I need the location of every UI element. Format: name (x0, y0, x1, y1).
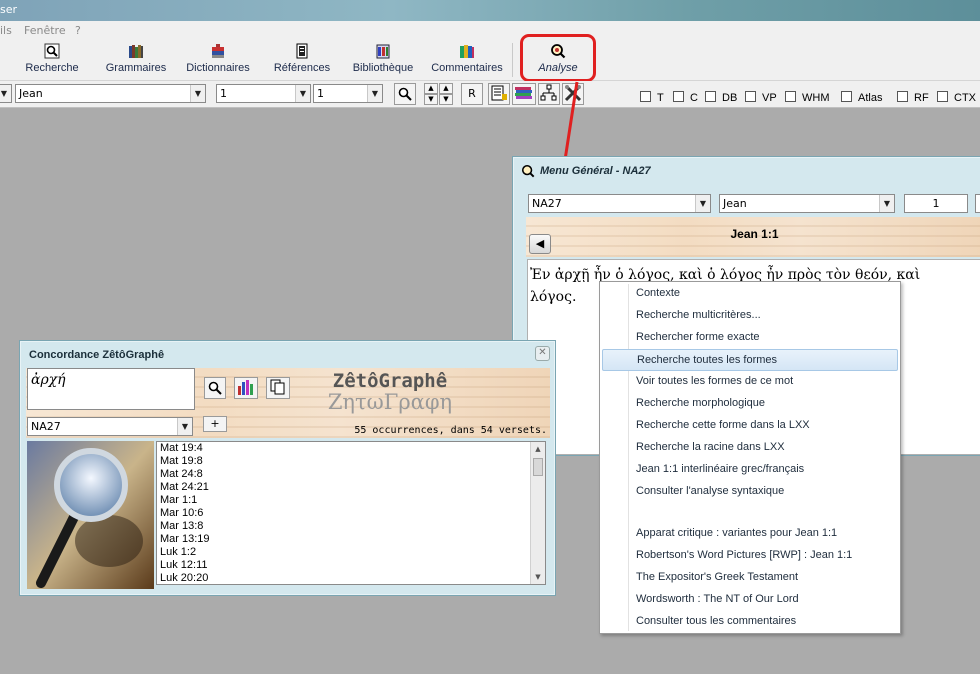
query-input[interactable]: ἀρχή (27, 368, 195, 410)
bar-chart-icon (238, 380, 253, 395)
copy-icon (270, 379, 285, 395)
ctx-separator (602, 503, 898, 525)
ctx-recherche-multicriteres[interactable]: Recherche multicritères... (602, 305, 898, 327)
close-button[interactable]: ✕ (535, 346, 550, 361)
close-icon: ✕ (538, 347, 547, 358)
scroll-thumb[interactable] (533, 458, 543, 476)
parchment-header: Jean 1:1 ◀ (526, 217, 980, 257)
version-select[interactable]: NA27 ▼ (27, 417, 193, 436)
context-menu: Contexte Recherche multicritères... Rech… (599, 281, 901, 634)
ctx-robertson-rwp[interactable]: Robertson's Word Pictures [RWP] : Jean 1… (602, 545, 898, 567)
chevron-down-icon: ▼ (879, 195, 894, 212)
arrow-left-icon: ◀ (535, 237, 545, 250)
ctx-recherche-forme-lxx[interactable]: Recherche cette forme dans la LXX (602, 415, 898, 437)
chevron-up-icon[interactable]: ▲ (531, 442, 545, 456)
menu-general-title: Menu Général - NA27 (540, 165, 651, 177)
ctx-expositors-greek[interactable]: The Expositor's Greek Testament (602, 567, 898, 589)
chevron-down-icon: ▼ (177, 418, 192, 435)
list-item[interactable]: Mar 13:19 (157, 533, 545, 546)
ctx-recherche-toutes-formes[interactable]: Recherche toutes les formes (602, 349, 898, 371)
ctx-wordsworth[interactable]: Wordsworth : The NT of Our Lord (602, 589, 898, 611)
copy-button[interactable] (266, 377, 290, 399)
list-item[interactable]: Mar 13:8 (157, 520, 545, 533)
list-item[interactable]: Mar 1:1 (157, 494, 545, 507)
results-list[interactable]: Mat 19:4 Mat 19:8 Mat 24:8 Mat 24:21 Mar… (156, 441, 546, 585)
statistics-button[interactable] (234, 377, 258, 399)
list-item[interactable]: Luk 20:20 (157, 572, 545, 584)
version-select[interactable]: NA27 ▼ (528, 194, 711, 213)
previous-verse-button[interactable]: ◀ (529, 234, 551, 254)
ctx-interlineaire[interactable]: Jean 1:1 interlinéaire grec/français (602, 459, 898, 481)
magnifier-image (27, 441, 154, 589)
chevron-down-icon[interactable]: ▼ (531, 570, 545, 584)
results-scrollbar[interactable]: ▲ ▼ (530, 442, 545, 584)
ctx-tous-commentaires[interactable]: Consulter tous les commentaires (602, 611, 898, 633)
list-item[interactable]: Mat 19:4 (157, 442, 545, 455)
ctx-contexte[interactable]: Contexte (602, 283, 898, 305)
search-button[interactable] (204, 377, 226, 399)
list-item[interactable]: Mat 24:21 (157, 481, 545, 494)
ctx-analyse-syntaxique[interactable]: Consulter l'analyse syntaxique (602, 481, 898, 503)
search-icon (208, 381, 222, 395)
list-item[interactable]: Mat 24:8 (157, 468, 545, 481)
verse-text-line2[interactable]: λόγος. (530, 286, 576, 308)
ctx-voir-toutes-formes[interactable]: Voir toutes les formes de ce mot (602, 371, 898, 393)
list-item[interactable]: Mar 10:6 (157, 507, 545, 520)
ctx-recherche-morphologique[interactable]: Recherche morphologique (602, 393, 898, 415)
ctx-rechercher-forme-exacte[interactable]: Rechercher forme exacte (602, 327, 898, 349)
chevron-down-icon: ▼ (695, 195, 710, 212)
brand-greek: ΖητωΓραφη (327, 390, 453, 414)
add-button[interactable]: + (203, 416, 227, 432)
list-item[interactable]: Luk 12:11 (157, 559, 545, 572)
occurrence-summary: 55 occurrences, dans 54 versets. (354, 425, 547, 436)
list-item[interactable]: Mat 19:8 (157, 455, 545, 468)
ctx-recherche-racine-lxx[interactable]: Recherche la racine dans LXX (602, 437, 898, 459)
book-select[interactable]: Jean ▼ (719, 194, 895, 213)
list-item[interactable]: Luk 1:2 (157, 546, 545, 559)
concordance-title: Concordance ZêtôGraphê (29, 349, 165, 361)
concordance-window: Concordance ZêtôGraphê ✕ ἀρχή ZêtôGraphê… (19, 340, 556, 596)
ctx-apparat-critique[interactable]: Apparat critique : variantes pour Jean 1… (602, 523, 898, 545)
chapter-field[interactable]: 1 (904, 194, 968, 213)
partial-field[interactable] (975, 194, 980, 213)
brand-latin: ZêtôGraphê (332, 370, 448, 392)
verse-reference: Jean 1:1 (730, 227, 779, 241)
